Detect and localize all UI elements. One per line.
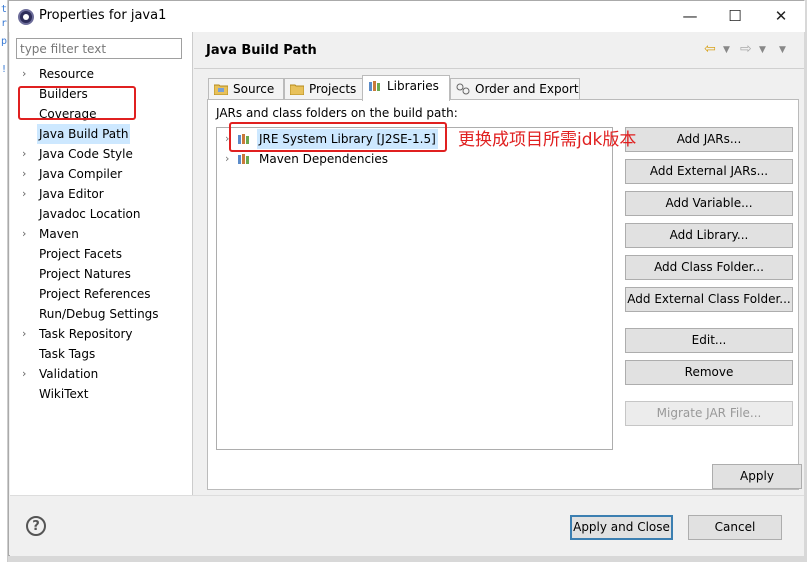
editor-glyph: p (1, 36, 8, 47)
sidebar-item-label: Maven (39, 227, 79, 241)
add-external-jars-button[interactable]: Add External JARs... (625, 159, 793, 184)
sidebar-item[interactable]: › Resource (10, 64, 193, 84)
sidebar-item-label: Validation (39, 367, 99, 381)
sidebar-item[interactable]: Project Natures (10, 264, 193, 284)
dialog-button-bar: ? Apply and Close Cancel (10, 495, 804, 556)
back-arrow-icon[interactable]: ⇦ (704, 41, 716, 57)
sidebar-item-label: Java Editor (39, 187, 104, 201)
annotation-text: 更换成项目所需jdk版本 (458, 130, 637, 150)
sidebar-item[interactable]: Java Build Path (10, 124, 193, 144)
add-jars-button[interactable]: Add JARs... (625, 127, 793, 152)
tab-source[interactable]: Source (208, 78, 284, 100)
expand-arrow-icon[interactable]: › (22, 324, 32, 344)
expand-arrow-icon[interactable]: › (22, 64, 32, 84)
library-label: Maven Dependencies (259, 152, 389, 166)
expand-arrow-icon[interactable]: › (22, 164, 32, 184)
edit-button[interactable]: Edit... (625, 328, 793, 353)
migrate-jar-button[interactable]: Migrate JAR File... (625, 401, 793, 426)
tab-label: Libraries (387, 79, 439, 93)
filter-input[interactable] (16, 38, 182, 59)
tab-projects[interactable]: Projects (284, 78, 364, 100)
sidebar-item-label: WikiText (39, 387, 89, 401)
add-variable-button[interactable]: Add Variable... (625, 191, 793, 216)
highlight-box (18, 86, 136, 120)
sidebar-item[interactable]: › Validation (10, 364, 193, 384)
sidebar-item-label: Java Compiler (39, 167, 123, 181)
library-tree[interactable]: › JRE System Library [J2SE-1.5] › Maven … (216, 127, 613, 450)
expand-arrow-icon[interactable]: › (225, 149, 229, 169)
tab-label: Projects (309, 82, 357, 96)
view-menu-icon[interactable]: ▼ (779, 45, 786, 55)
add-class-folder-button[interactable]: Add Class Folder... (625, 255, 793, 280)
projects-folder-icon (290, 84, 304, 95)
background-editor-strip: t r p ! (0, 0, 8, 562)
main-panel: Java Build Path ⇦ ▼ ⇨ ▼ ▼ Source Project… (194, 32, 804, 495)
sidebar-item-label: Task Tags (39, 347, 96, 361)
libraries-icon (369, 81, 380, 91)
library-icon (238, 154, 249, 164)
editor-glyph: ! (1, 64, 8, 75)
expand-arrow-icon[interactable]: › (22, 184, 32, 204)
cancel-button[interactable]: Cancel (688, 515, 782, 540)
sidebar-item[interactable]: Project References (10, 284, 193, 304)
add-external-class-folder-button[interactable]: Add External Class Folder... (625, 287, 793, 312)
editor-glyph: r (1, 18, 8, 29)
sidebar-item[interactable]: Run/Debug Settings (10, 304, 193, 324)
apply-and-close-button[interactable]: Apply and Close (570, 515, 673, 540)
sidebar-item[interactable]: WikiText (10, 384, 193, 404)
sidebar-item[interactable]: › Java Code Style (10, 144, 193, 164)
sidebar-item[interactable]: Javadoc Location (10, 204, 193, 224)
expand-arrow-icon[interactable]: › (22, 144, 32, 164)
properties-dialog: Properties for java1 — ☐ ✕ ›ResourceBuil… (8, 0, 805, 556)
apply-button[interactable]: Apply (712, 464, 802, 489)
source-folder-icon (214, 84, 228, 95)
tab-order-and-export[interactable]: Order and Export (450, 78, 580, 100)
add-library-button[interactable]: Add Library... (625, 223, 793, 248)
sidebar-item-label: Java Build Path (37, 124, 131, 144)
sidebar-item[interactable]: Task Tags (10, 344, 193, 364)
editor-glyph: t (1, 4, 8, 15)
divider (194, 68, 804, 69)
title-bar: Properties for java1 — ☐ ✕ (9, 1, 805, 32)
window-title: Properties for java1 (39, 8, 167, 23)
tab-label: Order and Export (475, 82, 579, 96)
sidebar-item[interactable]: › Java Editor (10, 184, 193, 204)
highlight-box (229, 122, 447, 152)
order-export-icon (456, 83, 470, 95)
sidebar-item-label: Java Code Style (39, 147, 133, 161)
sidebar-item-label: Project References (39, 287, 151, 301)
expand-arrow-icon[interactable]: › (22, 224, 32, 244)
minimize-button[interactable]: — (667, 1, 713, 32)
page-title: Java Build Path (206, 43, 317, 58)
sidebar-item-label: Task Repository (39, 327, 133, 341)
forward-arrow-icon[interactable]: ⇨ (740, 41, 752, 57)
sidebar-item-label: Project Natures (39, 267, 131, 281)
sidebar-item[interactable]: › Task Repository (10, 324, 193, 344)
sidebar-item-label: Project Facets (39, 247, 122, 261)
tab-libraries[interactable]: Libraries (362, 75, 450, 101)
sidebar-item[interactable]: Project Facets (10, 244, 193, 264)
close-button[interactable]: ✕ (758, 1, 804, 32)
expand-arrow-icon[interactable]: › (22, 364, 32, 384)
maximize-button[interactable]: ☐ (712, 1, 758, 32)
sidebar-item[interactable]: › Maven (10, 224, 193, 244)
libraries-panel: JARs and class folders on the build path… (207, 99, 799, 490)
sidebar-item-label: Run/Debug Settings (39, 307, 159, 321)
remove-button[interactable]: Remove (625, 360, 793, 385)
sidebar-item[interactable]: › Java Compiler (10, 164, 193, 184)
help-icon[interactable]: ? (26, 516, 46, 536)
sidebar-item-label: Javadoc Location (39, 207, 141, 221)
tab-label: Source (233, 82, 275, 96)
forward-menu-icon[interactable]: ▼ (759, 45, 766, 55)
sidebar-item-label: Resource (39, 67, 95, 81)
back-menu-icon[interactable]: ▼ (723, 45, 730, 55)
eclipse-icon (18, 9, 34, 25)
build-path-label: JARs and class folders on the build path… (216, 106, 458, 120)
